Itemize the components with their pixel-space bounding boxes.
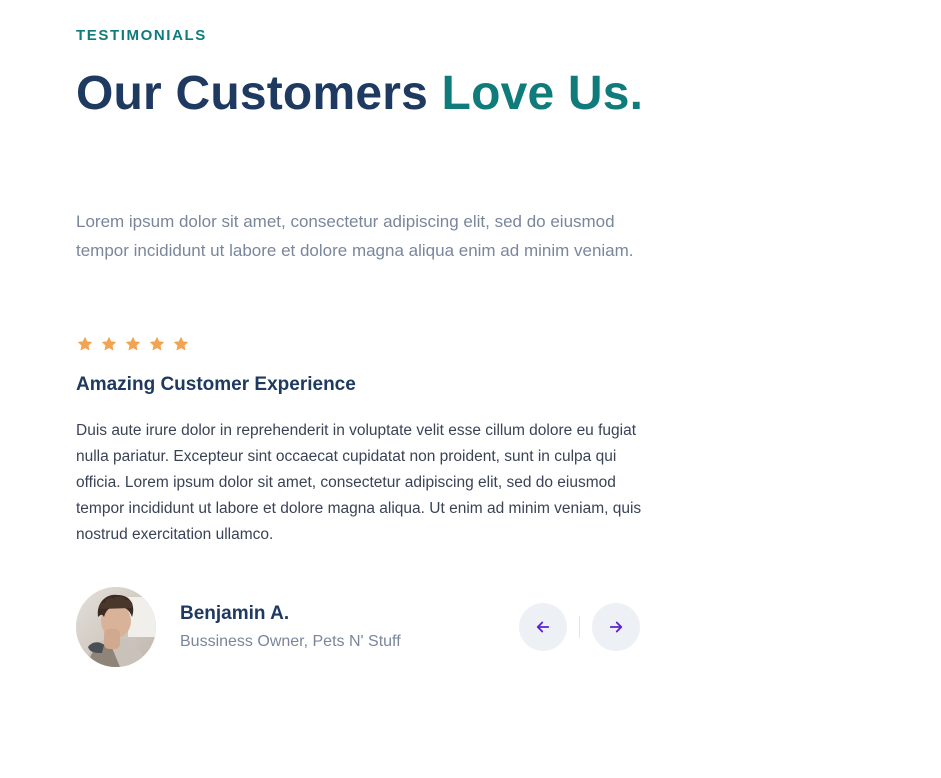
review-body: Duis aute irure dolor in reprehenderit i… (76, 422, 642, 543)
star-icon (77, 336, 93, 351)
star-icon (125, 336, 141, 351)
section-eyebrow: TESTIMONIALS (76, 27, 207, 44)
section-intro: Lorem ipsum dolor sit amet, consectetur … (76, 212, 634, 260)
star-rating (76, 335, 190, 353)
star-icon (101, 336, 117, 351)
section-heading: Our Customers Love Us. (76, 64, 646, 124)
heading-accent: Love Us. (441, 67, 644, 120)
arrow-right-icon (609, 621, 623, 633)
next-button[interactable] (592, 603, 640, 651)
author-name: Benjamin A. (180, 603, 290, 624)
carousel-nav (519, 603, 640, 651)
avatar-photo (76, 587, 156, 667)
avatar (76, 587, 156, 667)
arrow-left-icon (536, 621, 550, 633)
review-title: Amazing Customer Experience (76, 374, 356, 395)
star-icon (149, 336, 165, 351)
heading-main: Our Customers (76, 67, 442, 120)
nav-divider (579, 616, 580, 638)
author-role: Bussiness Owner, Pets N' Stuff (180, 633, 401, 650)
previous-button[interactable] (519, 603, 567, 651)
star-icon (173, 336, 189, 351)
review-author: Benjamin A. Bussiness Owner, Pets N' Stu… (76, 587, 646, 667)
